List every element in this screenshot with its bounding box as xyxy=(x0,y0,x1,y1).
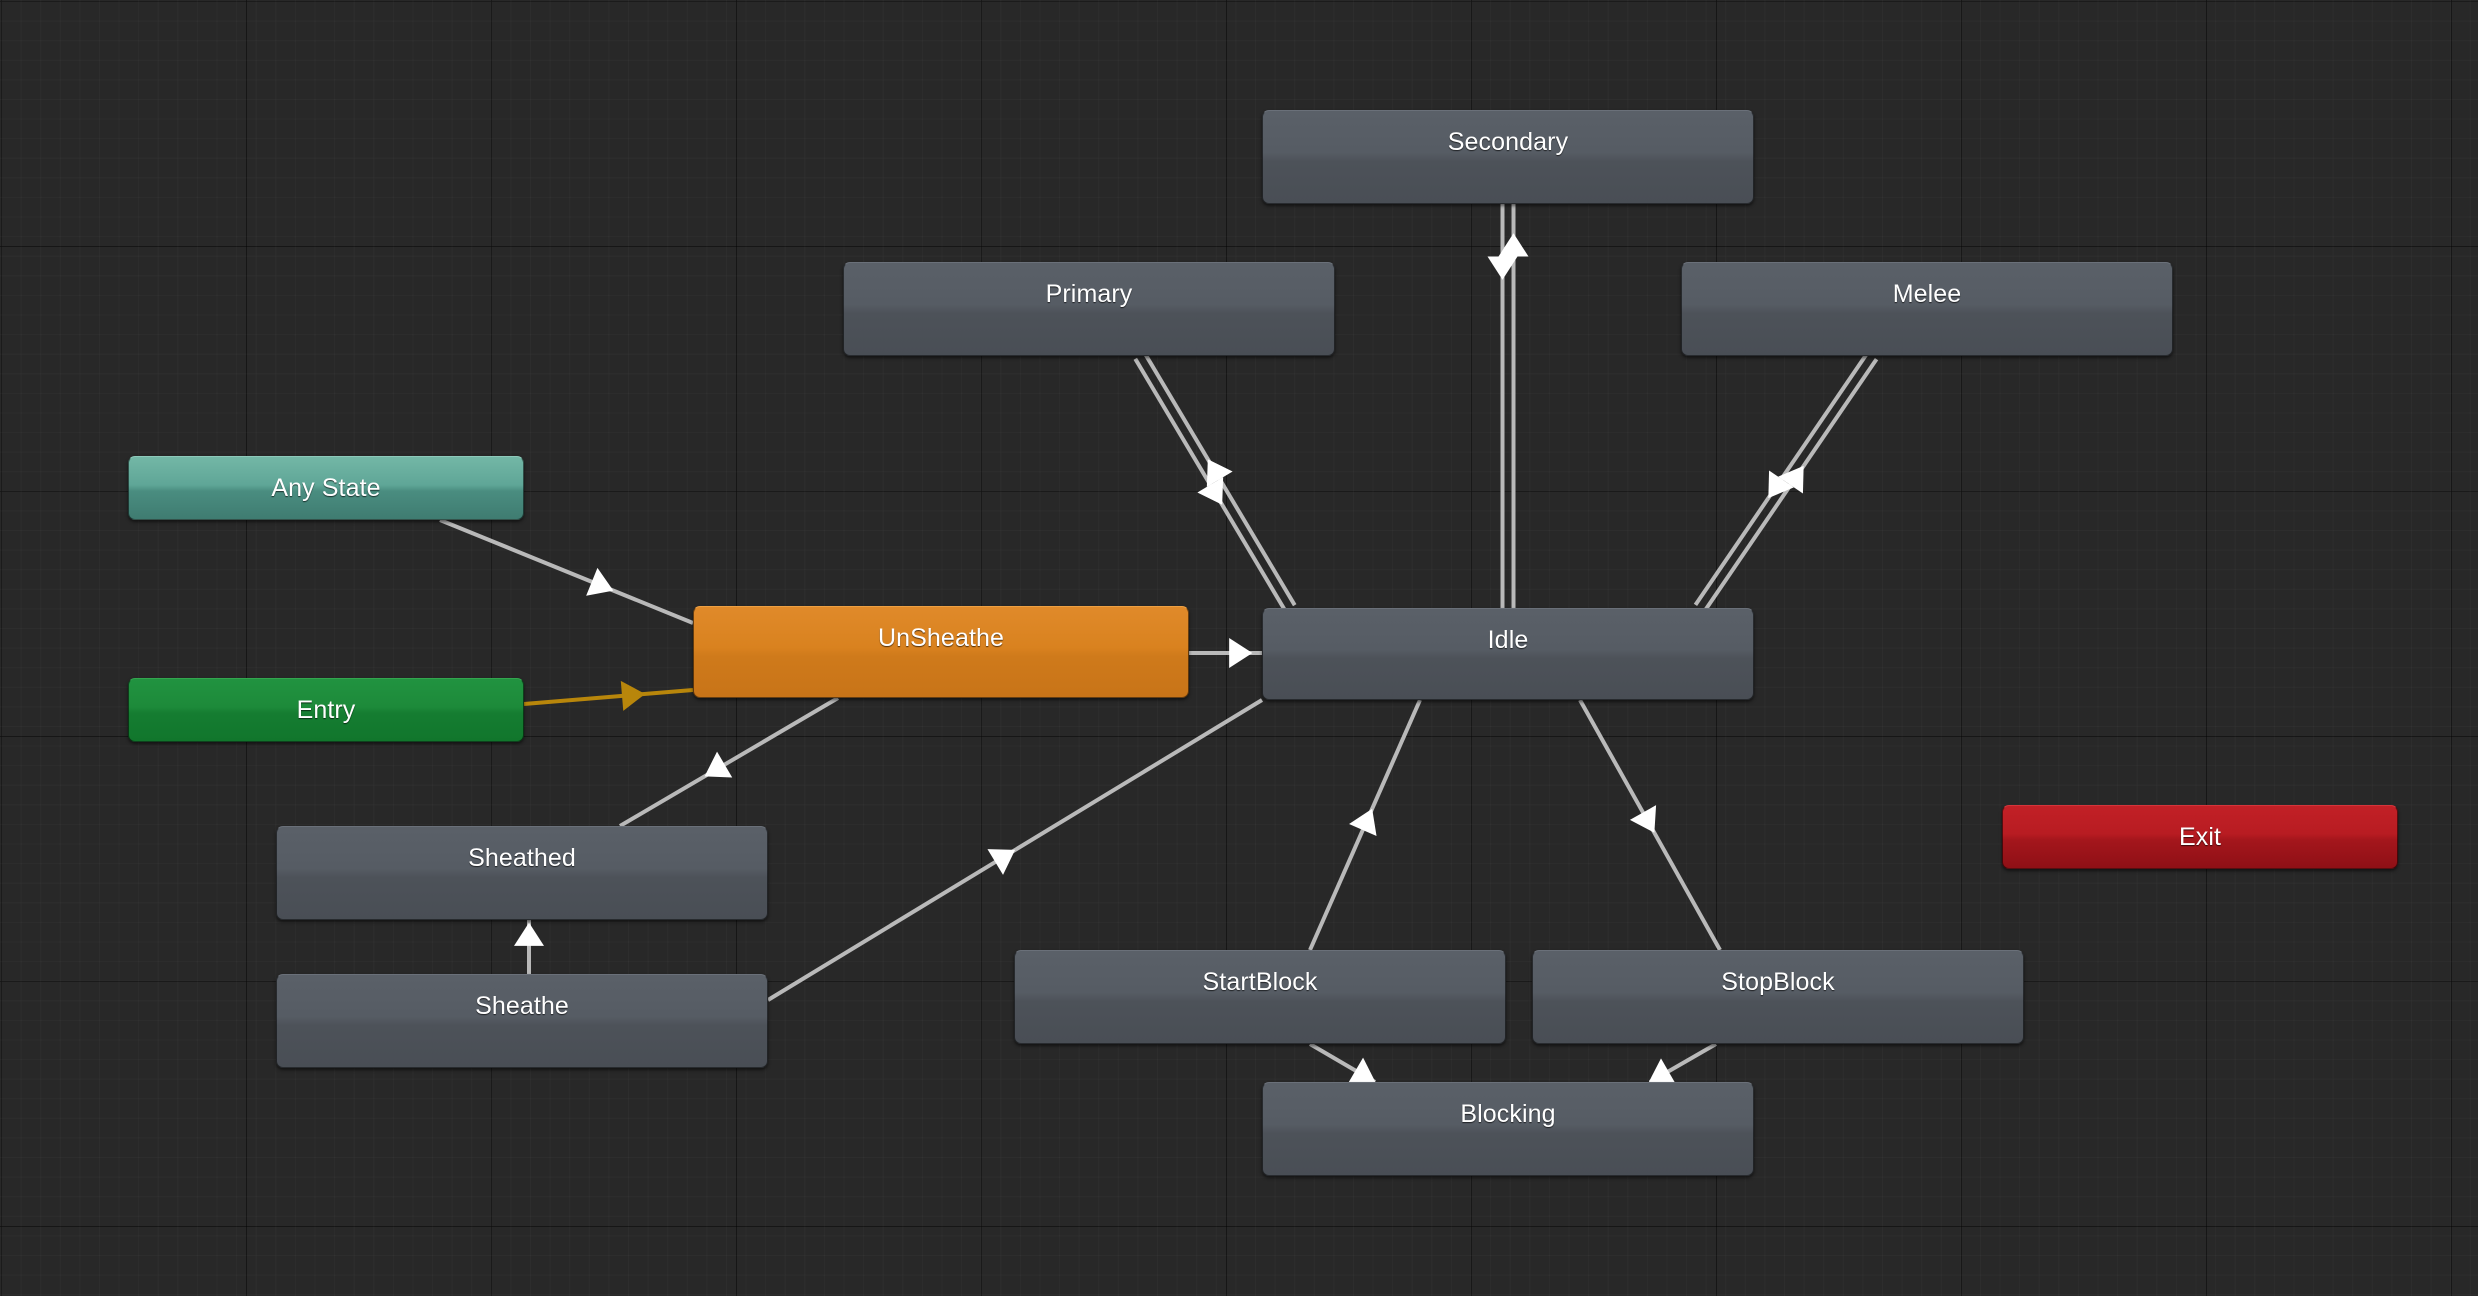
transition-arrowhead xyxy=(1229,638,1253,668)
transition-line xyxy=(1578,699,1722,951)
state-node-sheathe[interactable]: Sheathe xyxy=(276,974,768,1068)
state-node-unsheathe[interactable]: UnSheathe xyxy=(693,606,1189,698)
transition-anystate_to_unsheathe[interactable] xyxy=(439,518,694,625)
transition-arrowhead-forward xyxy=(1498,233,1529,257)
transition-arrowhead xyxy=(586,567,614,596)
state-node-label: Exit xyxy=(2178,823,2222,851)
state-node-entry[interactable]: Entry xyxy=(128,678,524,742)
transition-idle_secondary[interactable] xyxy=(1487,204,1529,608)
state-node-label: Any State xyxy=(271,474,381,502)
transition-line xyxy=(439,518,694,625)
state-node-secondary[interactable]: Secondary xyxy=(1262,110,1754,204)
state-node-blocking[interactable]: Blocking xyxy=(1262,1082,1754,1176)
transition-line xyxy=(523,688,694,706)
transition-startblock_to_idle[interactable] xyxy=(1308,699,1422,951)
animator-graph-canvas[interactable]: Any State Entry Exit UnSheathe Idle Secondary… xyxy=(0,0,2478,1296)
transition-arrowhead-forward xyxy=(1778,465,1804,494)
state-node-startblock[interactable]: StartBlock xyxy=(1014,950,1506,1044)
transition-arrowhead xyxy=(1629,805,1657,833)
transition-unsheathe_to_sheathed[interactable] xyxy=(618,696,840,828)
transition-arrowhead xyxy=(987,849,1016,875)
state-node-label: Melee xyxy=(1892,280,1962,308)
state-node-label: UnSheathe xyxy=(878,624,1004,652)
state-node-label: Blocking xyxy=(1460,1100,1556,1128)
state-node-stopblock[interactable]: StopBlock xyxy=(1532,950,2024,1044)
state-node-idle[interactable]: Idle xyxy=(1262,608,1754,700)
state-node-label: Sheathe xyxy=(475,992,569,1020)
transition-arrowhead-forward xyxy=(1206,459,1233,487)
state-node-melee[interactable]: Melee xyxy=(1681,262,2173,356)
transition-line-forward xyxy=(1702,357,1879,613)
state-node-label: Idle xyxy=(1487,626,1529,654)
state-node-label: Secondary xyxy=(1447,128,1569,156)
state-node-label: Sheathed xyxy=(468,844,576,872)
transition-edge-layer xyxy=(439,204,1879,1085)
transition-arrowhead xyxy=(514,922,544,946)
state-node-label: StartBlock xyxy=(1202,968,1318,996)
transition-idle_primary[interactable] xyxy=(1133,352,1297,612)
transition-arrowhead-reverse xyxy=(1197,477,1224,505)
state-node-any_state[interactable]: Any State xyxy=(128,456,524,520)
transition-idle_to_stopblock[interactable] xyxy=(1578,699,1722,951)
transition-line-forward xyxy=(1143,352,1297,607)
state-node-primary[interactable]: Primary xyxy=(843,262,1335,356)
transition-arrowhead xyxy=(1349,808,1377,837)
transition-unsheathe_to_idle[interactable] xyxy=(1189,638,1262,668)
state-node-label: StopBlock xyxy=(1721,968,1835,996)
transition-line xyxy=(1308,699,1422,951)
state-node-label: Entry xyxy=(296,696,356,724)
state-node-exit[interactable]: Exit xyxy=(2002,805,2398,869)
transition-idle_melee[interactable] xyxy=(1693,351,1879,613)
transition-arrowhead-reverse xyxy=(1487,256,1518,280)
transition-line xyxy=(1649,1042,1717,1084)
transition-arrowhead-reverse xyxy=(1768,470,1794,499)
state-node-label: Primary xyxy=(1045,280,1133,308)
state-node-sheathed[interactable]: Sheathed xyxy=(276,826,768,920)
transition-entry_to_unsheathe[interactable] xyxy=(523,679,694,711)
transition-line xyxy=(618,696,840,828)
transition-line-reverse xyxy=(1693,351,1870,607)
transition-arrowhead xyxy=(620,680,646,711)
transition-line-reverse xyxy=(1133,357,1287,612)
transition-line xyxy=(1308,1042,1377,1084)
transition-sheathe_to_sheathed[interactable] xyxy=(514,920,544,974)
transition-arrowhead xyxy=(704,751,733,778)
